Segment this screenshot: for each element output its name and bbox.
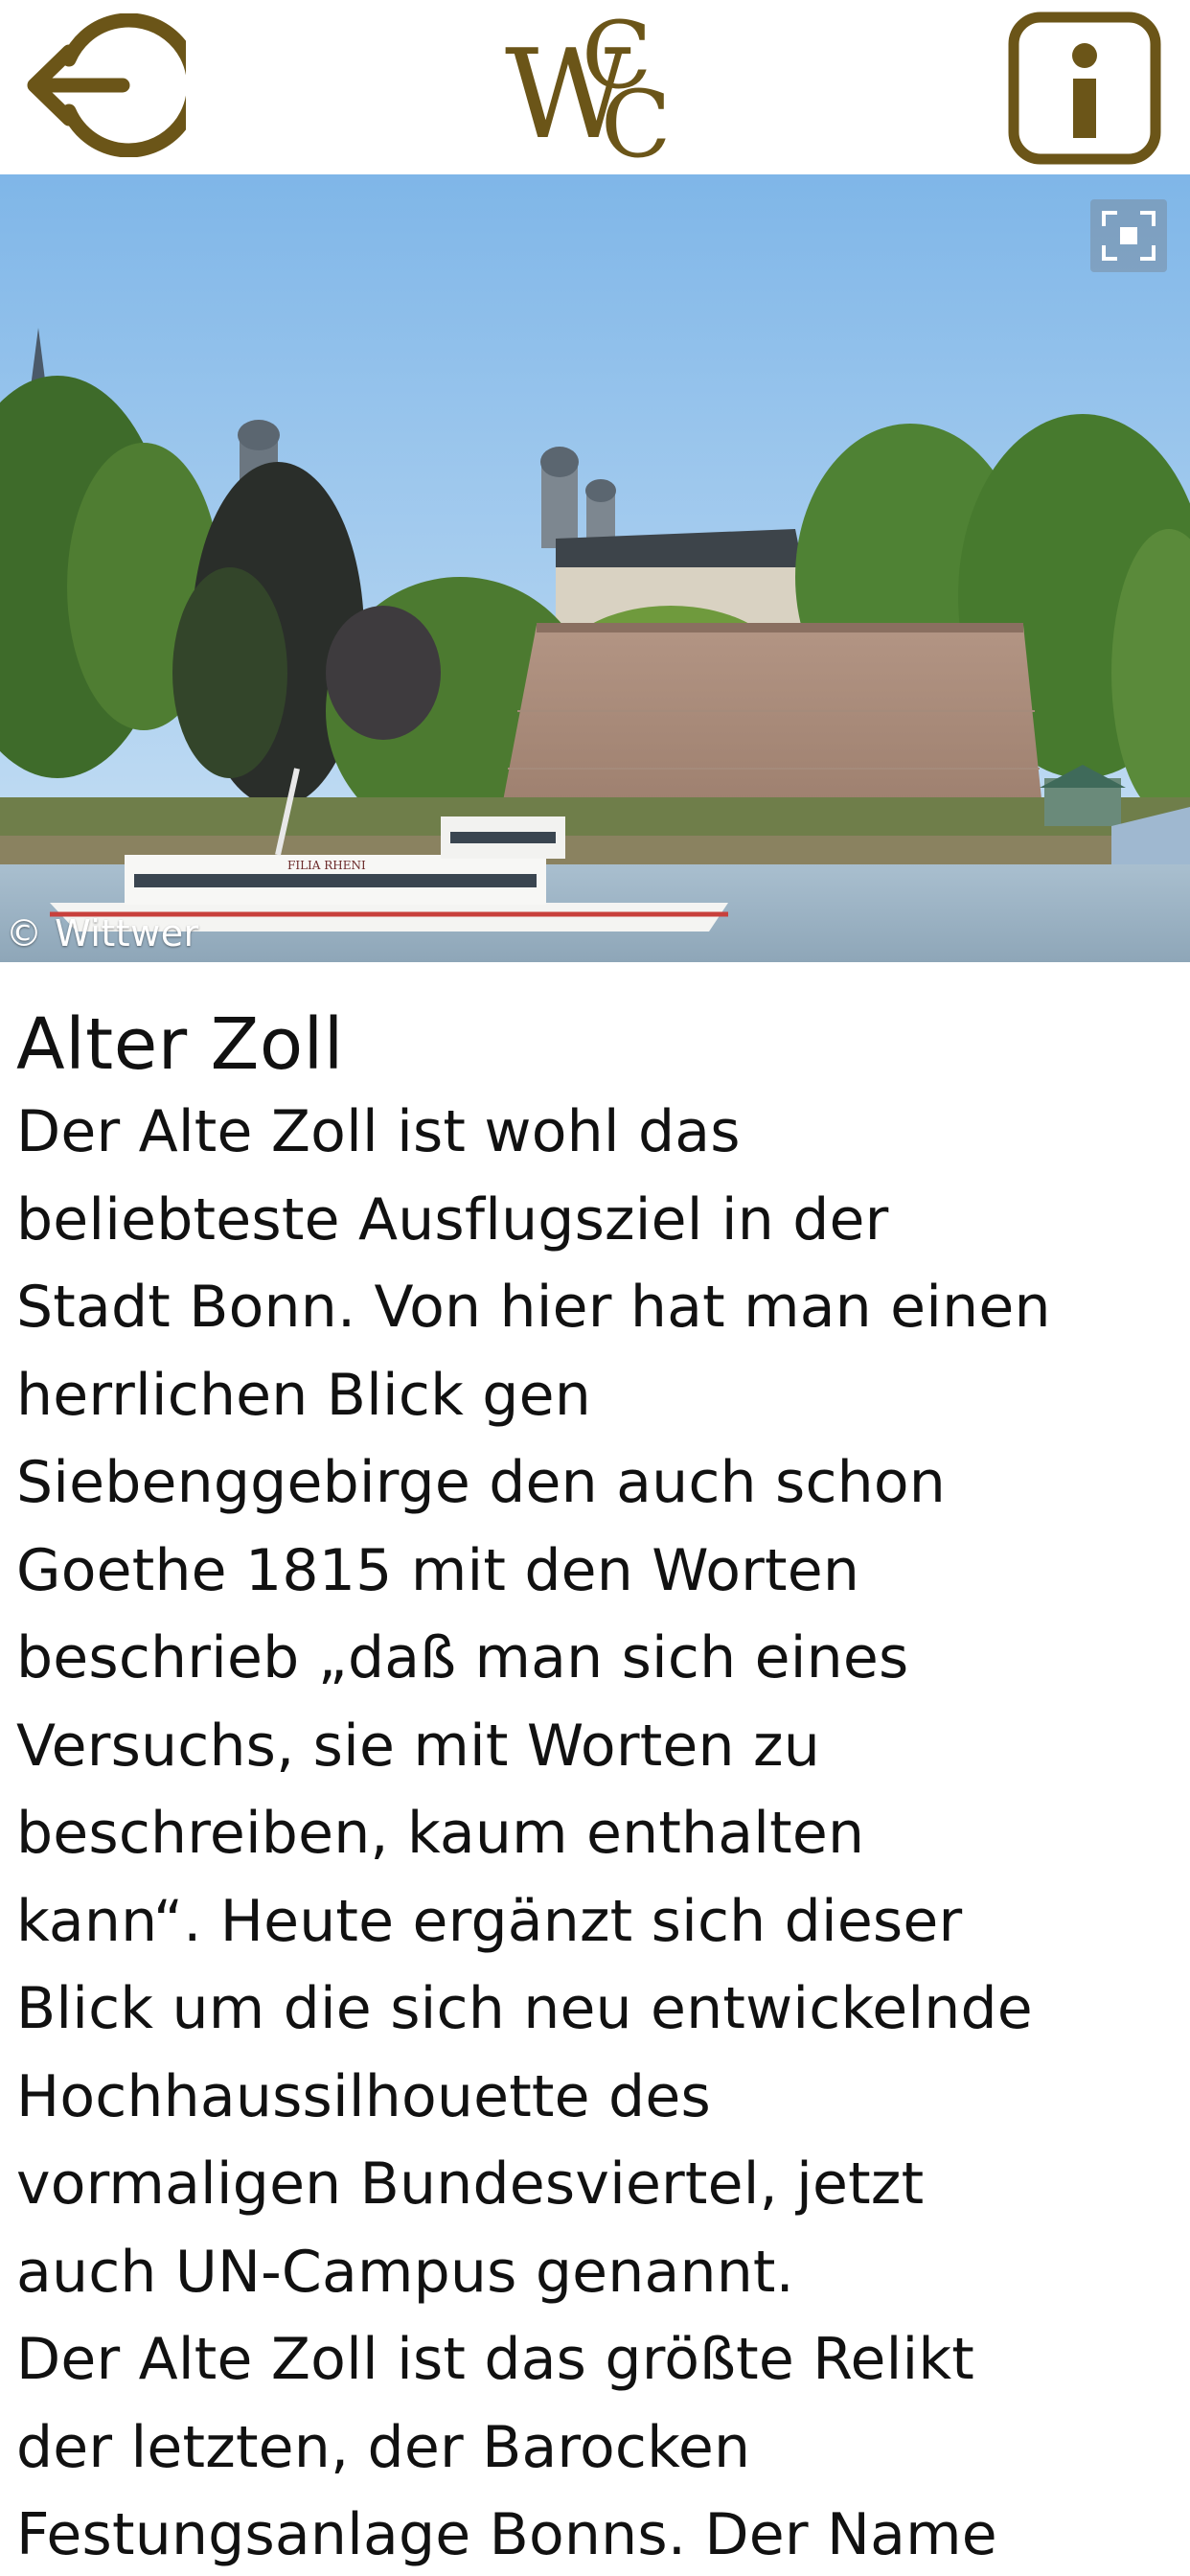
body-line: Blick um die sich neu entwickelnde xyxy=(16,1975,1033,2042)
body-line: Stadt Bonn. Von hier hat man einen xyxy=(16,1274,1051,1341)
info-button[interactable] xyxy=(1008,12,1161,165)
body-line: Goethe 1815 mit den Worten xyxy=(16,1536,860,1604)
body-line: auch UN-Campus genannt. xyxy=(16,2238,794,2306)
info-icon xyxy=(1008,12,1161,165)
body-line: vormaligen Bundesviertel, jetzt xyxy=(16,2150,925,2218)
article-body: Der Alte Zoll ist wohl das beliebteste A… xyxy=(16,1089,1190,2576)
expand-button[interactable] xyxy=(1090,199,1167,272)
back-button[interactable] xyxy=(23,12,201,158)
expand-icon xyxy=(1102,211,1156,261)
body-line: Siebenggebirge den auch schon xyxy=(16,1449,947,1516)
body-line: Festungsanlage Bonns. Der Name xyxy=(16,2501,997,2568)
article-title: Alter Zoll xyxy=(16,1003,344,1086)
body-line: Versuchs, sie mit Worten zu xyxy=(16,1712,820,1780)
hero-photo: FILIA RHENI © Wittwer xyxy=(0,174,1190,962)
wcc-logo-icon: W C C xyxy=(505,2,671,178)
body-line: Der Alte Zoll ist wohl das xyxy=(16,1098,741,1165)
app-screen: W C C FILIA RHENI © Wittwer Alter Zoll D… xyxy=(0,0,1190,2576)
alter-zoll-photo: FILIA RHENI xyxy=(0,174,1190,962)
body-line: beschreiben, kaum enthalten xyxy=(16,1800,865,1867)
top-bar: W C C xyxy=(0,0,1190,178)
svg-text:C: C xyxy=(601,71,671,168)
ship-name: FILIA RHENI xyxy=(287,859,366,872)
body-line: der letzten, der Barocken xyxy=(16,2413,751,2481)
body-line: herrlichen Blick gen xyxy=(16,1361,591,1429)
body-line: beschrieb „daß man sich eines xyxy=(16,1624,909,1691)
article: Alter Zoll Der Alte Zoll ist wohl das be… xyxy=(0,962,1190,2576)
back-arrow-icon xyxy=(27,12,201,158)
photo-credit: © Wittwer xyxy=(6,912,199,954)
body-line: beliebteste Ausflugsziel in der xyxy=(16,1185,889,1254)
body-line: kann“. Heute ergänzt sich dieser xyxy=(16,1887,963,1955)
body-line: Hochhaussilhouette des xyxy=(16,2062,711,2130)
body-line: Der Alte Zoll ist das größte Relikt xyxy=(16,2326,974,2393)
brand-logo: W C C xyxy=(503,2,685,178)
